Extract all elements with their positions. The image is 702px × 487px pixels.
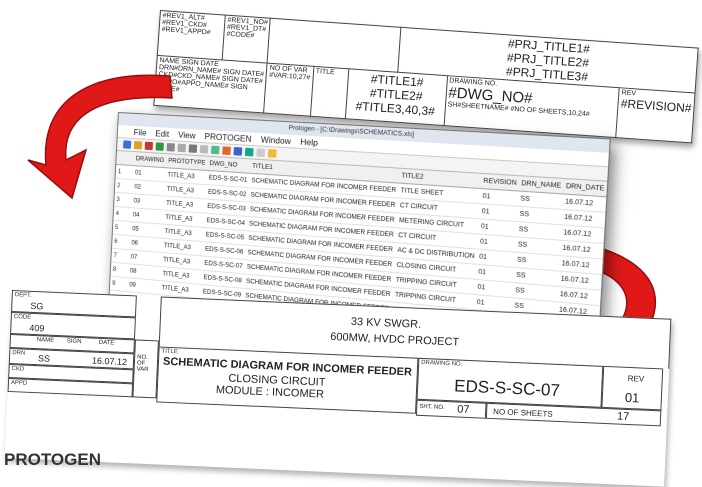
export-icon[interactable]: [155, 142, 164, 151]
new-icon[interactable]: [123, 140, 132, 149]
menu-window[interactable]: Window: [261, 135, 291, 146]
copy-icon[interactable]: [188, 144, 198, 153]
title-label-cell: TITLE: [310, 66, 349, 119]
menu-view[interactable]: View: [178, 130, 196, 140]
row-number: 1: [115, 164, 134, 180]
save-icon[interactable]: [166, 142, 175, 152]
paste-icon[interactable]: [199, 144, 209, 154]
dwg-no-cell: DRAWING NO. #DWG_NO# SH#SHEETNAME# #NO O…: [443, 75, 620, 138]
open-icon[interactable]: [133, 141, 143, 150]
row-number: 7: [111, 248, 130, 264]
row-number: 6: [111, 234, 130, 250]
row-number: 8: [110, 262, 129, 278]
cut-icon[interactable]: [177, 143, 187, 153]
var-cell: NO OF VAR #VAR:10,27#: [264, 63, 314, 117]
row-number: 2: [114, 178, 133, 194]
menu-edit[interactable]: Edit: [155, 129, 169, 139]
final-title-block: DEPT. SG CODE 409 NAME SIGN DATE DRN SS …: [4, 290, 672, 487]
row-number: 5: [112, 220, 131, 236]
rev-alt-cell: #REV1_ALT# #REV1_CKD# #REV1_APPD#: [157, 10, 226, 60]
row-number: 4: [113, 206, 132, 222]
app-caption: PROTOGEN: [4, 450, 101, 469]
titles-cell: #TITLE1# #TITLE2# #TITLE3,40,3#: [344, 68, 448, 126]
revision-cell: REV #REVISION#: [616, 87, 696, 143]
settings-icon[interactable]: [256, 148, 266, 158]
sort-icon[interactable]: [210, 145, 220, 155]
menu-file[interactable]: File: [133, 127, 146, 137]
var-cell: NO. OF VAR: [132, 339, 159, 399]
row-number: 3: [114, 192, 132, 208]
menu-help[interactable]: Help: [300, 137, 318, 147]
menu-protogen[interactable]: PROTOGEN: [204, 131, 251, 143]
rev-no-cell: #REV1_NO# #REV1_DT# #CODE#: [222, 15, 271, 64]
title-cell: TITLE SCHEMATIC DIAGRAM FOR INCOMER FEED…: [156, 346, 419, 414]
col-rownum: [116, 150, 135, 166]
sheet-no-cell: SHT. NO. 07: [415, 399, 487, 419]
print-icon[interactable]: [233, 147, 243, 156]
preview-icon[interactable]: [244, 147, 254, 157]
import-icon[interactable]: [144, 141, 153, 151]
rev-cell: REV 01: [601, 365, 664, 411]
generate-icon[interactable]: [222, 146, 231, 156]
help-icon[interactable]: [267, 149, 277, 158]
